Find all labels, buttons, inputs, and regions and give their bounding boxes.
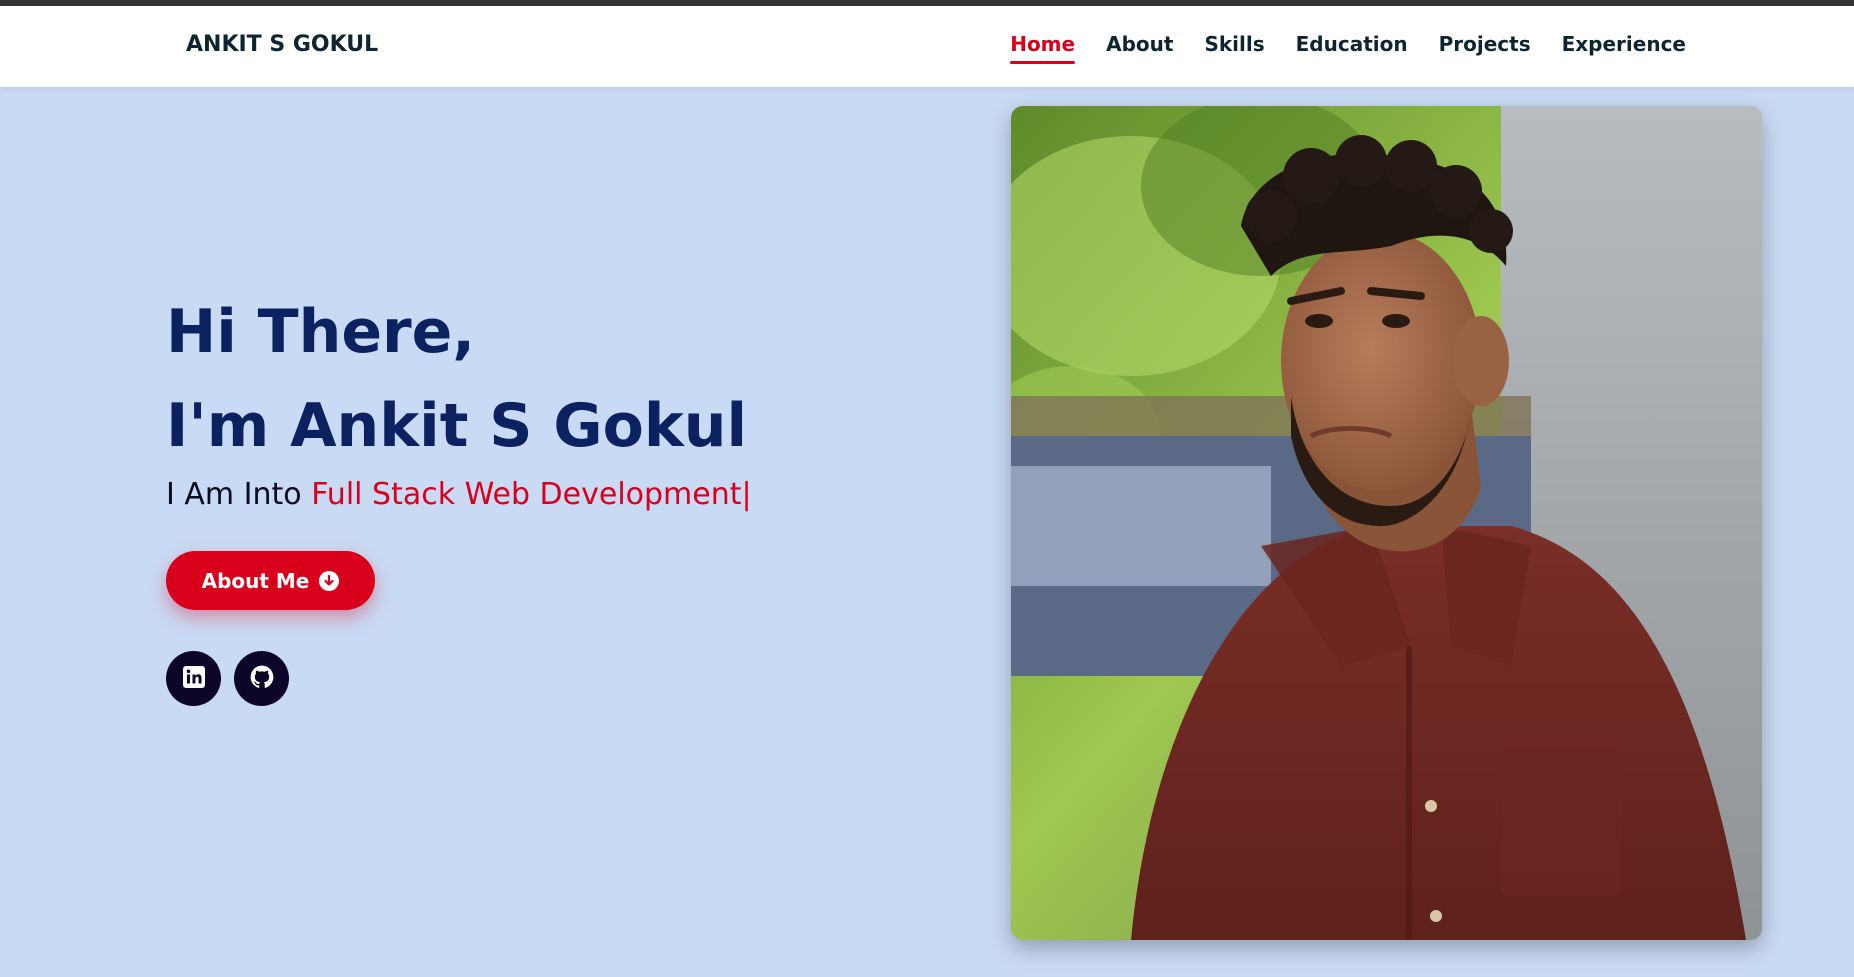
linkedin-icon — [182, 665, 206, 693]
hero-subtitle: I Am Into Full Stack Web Development| — [166, 477, 752, 512]
nav-link-projects[interactable]: Projects — [1439, 32, 1531, 64]
arrow-down-circle-icon — [319, 570, 340, 591]
hero-subtitle-prefix: I Am Into — [166, 477, 312, 512]
typed-text: Full Stack Web Development| — [311, 477, 752, 512]
hero-greeting: Hi There, — [166, 297, 476, 367]
about-me-button-label: About Me — [201, 568, 310, 593]
nav-menu: Home About Skills Education Projects Exp… — [1010, 32, 1686, 64]
profile-photo — [1011, 106, 1762, 940]
nav-link-about[interactable]: About — [1106, 32, 1173, 64]
nav-link-home[interactable]: Home — [1010, 32, 1075, 64]
nav-link-experience[interactable]: Experience — [1562, 32, 1686, 64]
brand-logo[interactable]: ANKIT S GOKUL — [186, 32, 378, 57]
hero-intro: I'm Ankit S Gokul — [166, 391, 748, 461]
github-link[interactable] — [234, 651, 289, 706]
github-icon — [249, 664, 275, 694]
navbar: ANKIT S GOKUL Home About Skills Educatio… — [0, 6, 1854, 87]
nav-link-education[interactable]: Education — [1296, 32, 1408, 64]
hero-section: Hi There, I'm Ankit S Gokul I Am Into Fu… — [166, 285, 752, 512]
social-links — [166, 651, 289, 706]
about-me-button[interactable]: About Me — [166, 551, 375, 610]
nav-link-skills[interactable]: Skills — [1204, 32, 1264, 64]
linkedin-link[interactable] — [166, 651, 221, 706]
